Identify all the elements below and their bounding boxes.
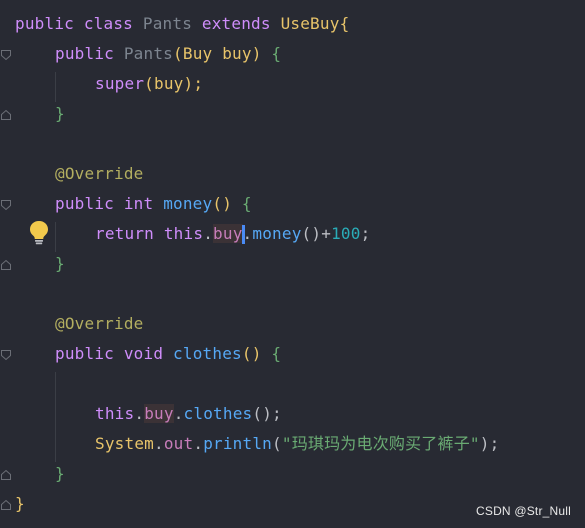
brace: { xyxy=(339,14,350,33)
keyword: int xyxy=(123,194,154,213)
method-name: clothes xyxy=(173,344,242,363)
paren: ( xyxy=(272,434,282,453)
param-name: buy xyxy=(222,44,252,63)
dot: . xyxy=(134,404,145,423)
code-line[interactable]: return this.buy.money()+100; xyxy=(95,219,370,249)
code-line[interactable]: @Override xyxy=(55,159,144,189)
code-line[interactable]: this.buy.clothes(); xyxy=(95,399,282,429)
code-line[interactable]: @Override xyxy=(55,309,144,339)
annotation: @Override xyxy=(55,164,144,183)
keyword: public xyxy=(55,194,114,213)
brace: } xyxy=(55,464,65,483)
indent-guide xyxy=(55,372,56,462)
operator: + xyxy=(321,224,332,243)
paren: ); xyxy=(183,74,204,93)
dot: . xyxy=(154,434,164,453)
watermark: CSDN @Str_Null xyxy=(476,504,571,518)
dot: . xyxy=(173,404,184,423)
paren: ) xyxy=(251,44,262,63)
code-line[interactable]: } xyxy=(55,459,65,489)
fold-icon[interactable] xyxy=(0,199,12,211)
class-reference: System xyxy=(95,434,154,453)
code-line[interactable]: } xyxy=(55,99,65,129)
class-name: Pants xyxy=(142,14,193,33)
fold-icon[interactable] xyxy=(0,49,12,61)
field-reference: buy xyxy=(144,404,174,423)
code-line[interactable]: public class Pants extends UseBuy{ xyxy=(15,9,349,39)
constructor-name: Pants xyxy=(123,44,174,63)
keyword: void xyxy=(123,344,164,363)
code-line[interactable]: } xyxy=(15,489,25,519)
indent-guide xyxy=(55,222,56,252)
keyword: class xyxy=(83,14,134,33)
number-literal: 100 xyxy=(331,224,361,243)
argument: buy xyxy=(154,74,184,93)
semicolon: ; xyxy=(360,224,371,243)
paren: ( xyxy=(144,74,155,93)
fold-icon[interactable] xyxy=(0,469,12,481)
keyword: public xyxy=(15,14,74,33)
code-line[interactable]: super(buy); xyxy=(95,69,203,99)
superclass-name: UseBuy xyxy=(280,14,340,33)
paren: () xyxy=(301,224,322,243)
fold-icon[interactable] xyxy=(0,499,12,511)
keyword: this xyxy=(95,404,135,423)
dot: . xyxy=(193,434,204,453)
brace: } xyxy=(55,104,65,123)
fold-icon[interactable] xyxy=(0,349,12,361)
method-call: clothes xyxy=(183,404,253,423)
keyword: super xyxy=(95,74,145,93)
code-editor[interactable]: public class Pants extends UseBuy{ publi… xyxy=(0,0,585,528)
param-type: Buy xyxy=(182,44,213,63)
paren: (); xyxy=(252,404,282,423)
keyword: return xyxy=(95,224,154,243)
fold-icon[interactable] xyxy=(0,109,12,121)
keyword: this xyxy=(163,224,204,243)
keyword: extends xyxy=(201,14,271,33)
code-line[interactable]: public Pants(Buy buy) { xyxy=(55,39,281,69)
brace: { xyxy=(271,44,282,63)
method-call: println xyxy=(203,434,273,453)
annotation: @Override xyxy=(55,314,144,333)
dot: . xyxy=(203,224,214,243)
brace: } xyxy=(15,494,25,513)
indent-guide xyxy=(55,72,56,102)
paren: () xyxy=(241,344,262,363)
paren: ( xyxy=(173,44,183,63)
static-field: out xyxy=(163,434,194,453)
keyword: public xyxy=(55,44,114,63)
fold-icon[interactable] xyxy=(0,259,12,271)
paren: ); xyxy=(479,434,500,453)
field-reference: buy xyxy=(213,224,243,243)
brace: { xyxy=(241,194,252,213)
code-line[interactable]: } xyxy=(55,249,65,279)
code-line[interactable]: public int money() { xyxy=(55,189,252,219)
brace: { xyxy=(271,344,282,363)
keyword: public xyxy=(55,344,114,363)
brace: } xyxy=(55,254,65,273)
code-line[interactable]: System.out.println("玛琪玛为电次购买了裤子"); xyxy=(95,429,499,459)
dot: . xyxy=(242,224,253,243)
paren: () xyxy=(212,194,233,213)
method-name: money xyxy=(163,194,213,213)
lightbulb-icon[interactable] xyxy=(27,219,51,245)
string-literal: "玛琪玛为电次购买了裤子" xyxy=(281,434,480,453)
method-call: money xyxy=(252,224,302,243)
code-line[interactable]: public void clothes() { xyxy=(55,339,281,369)
